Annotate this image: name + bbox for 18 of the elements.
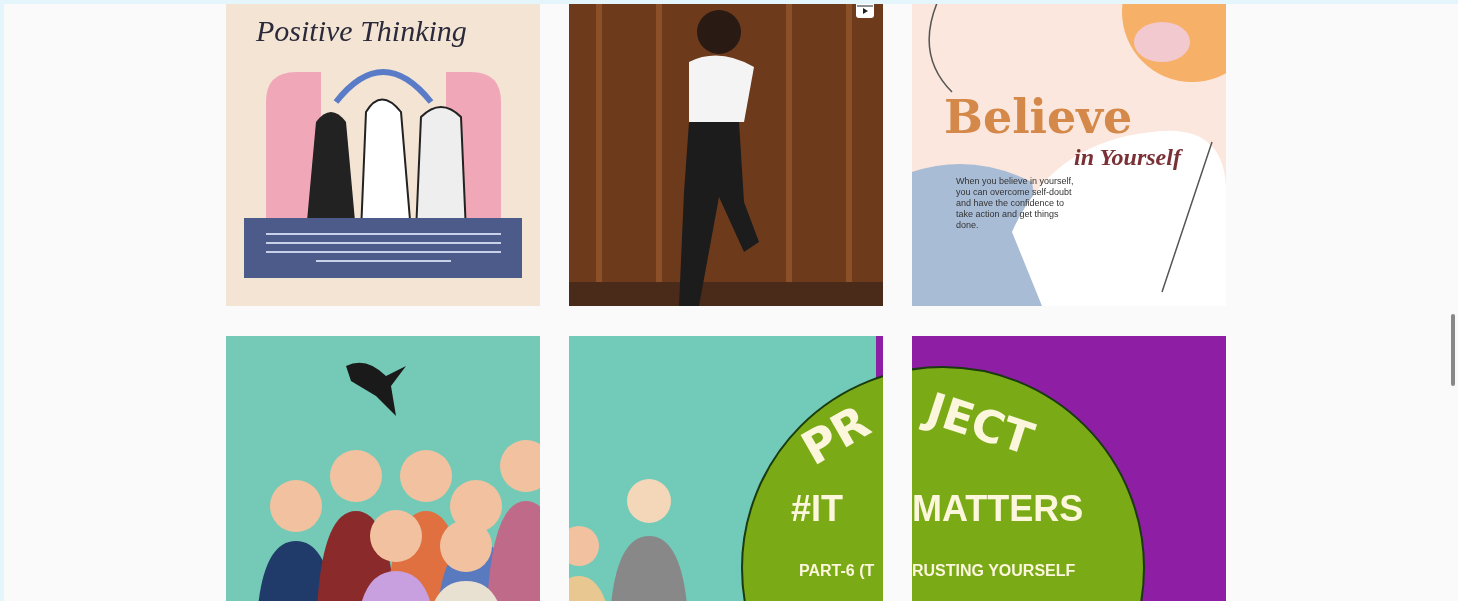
poster-title: PR (792, 394, 879, 476)
post-thumbnail[interactable] (226, 336, 540, 601)
poster-title: #IT (791, 488, 843, 530)
poster-title: Positive Thinking (256, 14, 467, 48)
poster-title: MATTERS (912, 488, 1084, 530)
post-thumbnail[interactable]: Believe in Yourself When you believe in yourself, you can overcome self-doubt and have the confidence to take action and get things done. (912, 4, 1226, 306)
poster-title: Believe (944, 90, 1133, 144)
poster-text: RUSTING YOURSELF (912, 562, 1076, 580)
poster-title: JECT (920, 382, 1040, 465)
scrollbar[interactable] (1448, 4, 1458, 601)
scrollbar-thumb[interactable] (1451, 314, 1455, 386)
poster-subtitle: in Yourself (1074, 144, 1181, 171)
reel-icon (855, 4, 875, 20)
poster-text: When you believe in yourself, you can overcome self-doubt and have the confidence to take action and get things done. (956, 176, 1074, 231)
post-thumbnail[interactable]: Positive Thinking (226, 4, 540, 306)
post-thumbnail[interactable] (569, 4, 883, 306)
bird-icon (346, 362, 406, 416)
poster-text: PART-6 (T (799, 562, 875, 580)
